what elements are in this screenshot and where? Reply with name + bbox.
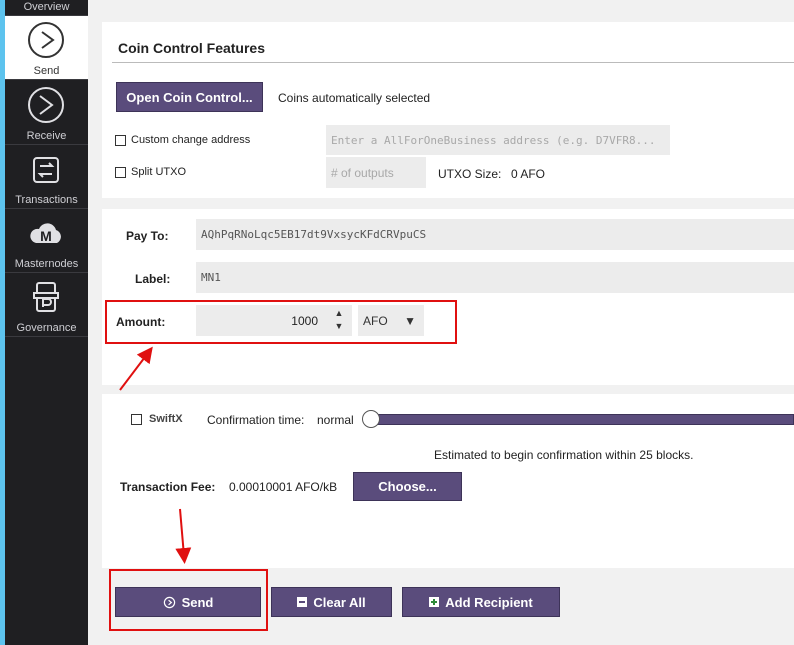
annotation-arrows bbox=[119, 346, 192, 564]
arrow-to-amount bbox=[119, 346, 153, 391]
arrow-to-send bbox=[175, 508, 192, 564]
